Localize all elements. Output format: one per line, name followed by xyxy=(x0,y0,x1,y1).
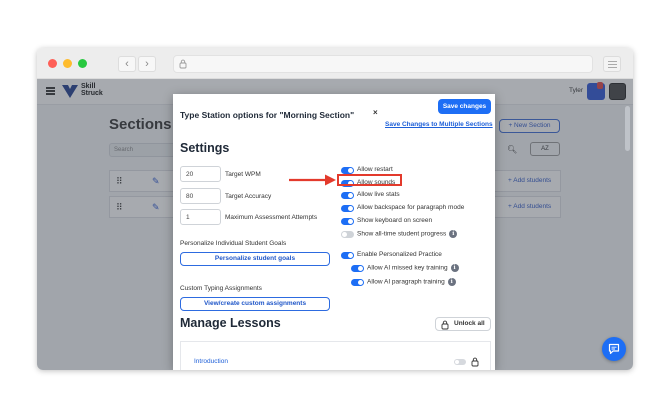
toggle-label: Allow AI paragraph training i xyxy=(367,278,456,286)
lock-icon xyxy=(179,59,187,69)
browser-toolbar: ‹ › xyxy=(37,48,633,79)
toggle-switch[interactable] xyxy=(341,192,354,199)
back-button[interactable]: ‹ xyxy=(118,56,136,72)
toggle-switch[interactable] xyxy=(341,231,354,238)
info-icon[interactable]: i xyxy=(449,230,458,238)
lesson-list: Introduction xyxy=(180,341,491,370)
chat-bubble-icon xyxy=(608,343,620,355)
type-station-options-modal: Type Station options for "Morning Sectio… xyxy=(173,94,495,370)
chevron-right-icon: › xyxy=(145,58,149,70)
personalize-goals-label: Personalize Individual Student Goals xyxy=(180,240,287,247)
toggle-label-text: Allow AI missed key training xyxy=(367,264,448,272)
close-window-dot[interactable] xyxy=(48,59,57,68)
lesson-toggle[interactable] xyxy=(454,359,466,365)
target-wpm-label: Target WPM xyxy=(225,171,261,178)
browser-window: ‹ › Skill Struck Tyler Sections Search +… xyxy=(37,48,633,370)
info-icon[interactable]: i xyxy=(447,278,456,286)
personalize-student-goals-button[interactable]: Personalize student goals xyxy=(180,252,330,266)
lesson-link-introduction[interactable]: Introduction xyxy=(194,358,228,365)
toggle-label-text: Allow AI paragraph training xyxy=(367,278,445,286)
toggle-switch[interactable] xyxy=(351,265,364,272)
toggle-label: Allow restart xyxy=(357,166,393,173)
toggle-label-text: Show all-time student progress xyxy=(357,230,447,238)
manage-lessons-heading: Manage Lessons xyxy=(180,316,281,330)
toggle-switch[interactable] xyxy=(351,279,364,286)
toggle-switch[interactable] xyxy=(341,252,354,259)
toggle-switch[interactable] xyxy=(341,167,354,174)
view-create-custom-assignments-button[interactable]: View/create custom assignments xyxy=(180,297,330,311)
arrow-right-icon xyxy=(289,174,336,186)
browser-menu-button[interactable] xyxy=(603,56,621,72)
close-button[interactable]: × xyxy=(373,108,378,117)
toggle-label: Show keyboard on screen xyxy=(357,217,433,224)
app-area: Skill Struck Tyler Sections Search + New… xyxy=(37,79,633,370)
info-icon[interactable]: i xyxy=(450,264,459,272)
target-wpm-input[interactable]: 20 xyxy=(180,166,221,182)
forward-button[interactable]: › xyxy=(138,56,156,72)
toggle-switch[interactable] xyxy=(341,205,354,212)
toggle-label: Allow live stats xyxy=(357,191,400,198)
toggle-label: Show all-time student progress i xyxy=(357,230,458,238)
modal-title: Type Station options for "Morning Sectio… xyxy=(180,110,355,120)
minimize-window-dot[interactable] xyxy=(63,59,72,68)
page-scrollbar[interactable] xyxy=(625,106,630,151)
max-assessment-attempts-label: Maximum Assessment Attempts xyxy=(225,214,318,221)
target-accuracy-label: Target Accuracy xyxy=(225,193,272,200)
highlight-box xyxy=(337,174,402,186)
unlock-all-button[interactable]: Unlock all xyxy=(435,317,491,331)
address-bar[interactable] xyxy=(173,55,593,73)
toggle-switch[interactable] xyxy=(341,218,354,225)
chat-button[interactable] xyxy=(602,337,626,361)
lock-icon[interactable] xyxy=(471,357,479,367)
target-accuracy-input[interactable]: 80 xyxy=(180,188,221,204)
unlock-all-label: Unlock all xyxy=(454,320,485,327)
save-multiple-sections-link[interactable]: Save Changes to Multiple Sections xyxy=(385,121,493,128)
chevron-left-icon: ‹ xyxy=(125,58,129,70)
maximize-window-dot[interactable] xyxy=(78,59,87,68)
max-assessment-attempts-input[interactable]: 1 xyxy=(180,209,221,225)
unlock-icon xyxy=(441,320,449,330)
custom-assignments-label: Custom Typing Assignments xyxy=(180,285,262,292)
save-changes-button[interactable]: Save changes xyxy=(438,99,491,114)
toggle-label: Enable Personalized Practice xyxy=(357,251,442,258)
toggle-label: Allow AI missed key training i xyxy=(367,264,459,272)
toggle-label: Allow backspace for paragraph mode xyxy=(357,204,465,211)
settings-heading: Settings xyxy=(180,141,230,155)
